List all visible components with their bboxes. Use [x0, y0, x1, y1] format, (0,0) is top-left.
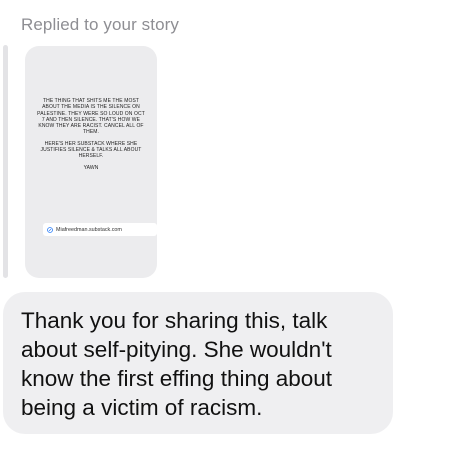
story-link-sticker[interactable]: Miafreedman.substack.com: [43, 223, 157, 236]
story-thumbnail[interactable]: THE THING THAT SHITS ME THE MOST ABOUT T…: [25, 46, 157, 278]
link-icon: [47, 226, 53, 233]
story-paragraph: THE THING THAT SHITS ME THE MOST ABOUT T…: [37, 98, 145, 136]
reply-header: Replied to your story: [21, 15, 180, 34]
story-text: THE THING THAT SHITS ME THE MOST ABOUT T…: [37, 98, 145, 176]
story-paragraph: HERE'S HER SUBSTACK WHERE SHE JUSTIFIES …: [40, 140, 142, 160]
message-text: Thank you for sharing this, talk about s…: [21, 308, 333, 420]
story-link-text: Miafreedman.substack.com: [56, 226, 122, 233]
message-bubble[interactable]: Thank you for sharing this, talk about s…: [3, 292, 393, 434]
story-paragraph: YAWN: [83, 164, 99, 171]
story-reply-indicator-bar: [3, 45, 8, 278]
